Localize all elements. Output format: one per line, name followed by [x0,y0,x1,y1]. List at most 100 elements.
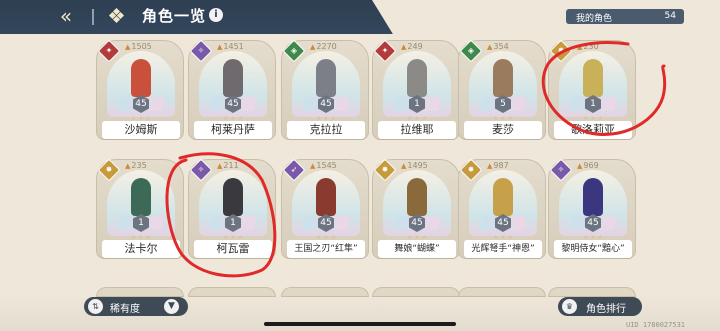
character-sprite [407,178,427,216]
power-value: ▲1451 [217,42,257,52]
power-value: ▲230 [577,42,617,52]
power-number: 235 [131,161,147,170]
flame-icon: ▲ [217,162,223,170]
character-card[interactable]: 45 ▲969 ✧ ★ ★ ★ 黎明侍女“黯心” [548,158,636,259]
class-glyph: ✧ [197,165,205,174]
flame-icon: ▲ [217,43,223,51]
character-name: 法卡尔 [102,240,180,258]
power-number: 354 [493,42,509,51]
ranking-icon: ♛ [562,299,577,314]
power-number: 1545 [316,161,337,170]
flame-icon: ▲ [310,162,316,170]
character-name: 王国之刃“红隼” [287,240,365,258]
character-card[interactable]: 45 ▲2270 ◈ ★ ★ ★ 克拉拉 [281,39,369,140]
character-sprite [316,59,336,97]
power-number: 230 [583,42,599,51]
character-card[interactable]: 45 ▲987 ✸ ★ ★ ★ 光辉弩手“神恩” [458,158,546,259]
home-indicator[interactable] [264,322,456,326]
class-glyph: ✸ [105,165,113,174]
class-glyph: ➶ [290,165,298,174]
power-value: ▲211 [217,161,257,171]
character-sprite [583,178,603,216]
power-value: ▲1505 [125,42,165,52]
character-name: 柯瓦雷 [194,240,272,258]
character-sprite [493,59,513,97]
class-glyph: ✦ [105,46,113,55]
rarity-label: 稀有度 [110,304,140,315]
character-name: 麦莎 [464,121,542,139]
character-name: 光辉弩手“神恩” [464,240,542,258]
flame-icon: ▲ [577,162,583,170]
shield-icon: ◈ [459,39,483,63]
filter-icon[interactable]: ▼ [164,299,179,314]
power-value: ▲235 [125,161,165,171]
character-name: 舞娘“蝴蝶” [378,240,456,258]
character-sprite [131,59,151,97]
power-value: ▲354 [487,42,527,52]
character-sprite [223,178,243,216]
power-number: 2270 [316,42,337,51]
star-icon: ✸ [97,158,121,182]
flame-icon: ▲ [577,43,583,51]
character-name: 克拉拉 [287,121,365,139]
character-ranking-button[interactable]: ♛ 角色排行 [558,297,642,316]
power-number: 211 [223,161,239,170]
character-grid: 45 ▲1505 ✦ ★ ★ ★ 沙姆斯 45 ▲1451 ✧ ★ ★ ★ 柯莱丹萨 45 ▲2270… [0,0,720,331]
character-card[interactable]: 1 ▲249 ✦ ★ ★ ★ 拉维耶 [372,39,460,140]
uid-text: UID 1780027531 [626,321,686,329]
star-icon: ✸ [373,158,397,182]
power-number: 1451 [223,42,244,51]
character-card[interactable]: 1 ▲211 ✧ ★ ★ ★ 柯瓦雷 [188,158,276,259]
character-sprite [583,59,603,97]
character-sprite [493,178,513,216]
flame-icon: ▲ [487,43,493,51]
character-sprite [223,59,243,97]
character-card[interactable]: 5 ▲354 ◈ ★ ★ ★ 麦莎 [458,39,546,140]
sword-icon: ✦ [97,39,121,63]
character-name: 黎明侍女“黯心” [554,240,632,258]
ranking-label: 角色排行 [586,304,626,315]
character-card[interactable]: 45 ▲1545 ➶ ★ ★ ★ 王国之刃“红隼” [281,158,369,259]
character-name: 沙姆斯 [102,121,180,139]
character-card[interactable]: 45 ▲1495 ✸ ★ ★ ★ 舞娘“蝴蝶” [372,158,460,259]
character-card[interactable]: 1 ▲230 ✸ ★ ★ ★ 歌洛莉亚 [548,39,636,140]
class-glyph: ✧ [557,165,565,174]
staff-icon: ✧ [549,158,573,182]
flame-icon: ▲ [401,43,407,51]
staff-icon: ✧ [189,158,213,182]
character-name: 拉维耶 [378,121,456,139]
character-card[interactable]: 45 ▲1505 ✦ ★ ★ ★ 沙姆斯 [96,39,184,140]
power-number: 249 [407,42,423,51]
character-card[interactable]: 45 ▲1451 ✧ ★ ★ ★ 柯莱丹萨 [188,39,276,140]
bow-icon: ➶ [282,158,306,182]
character-card[interactable]: 1 ▲235 ✸ ★ ★ ★ 法卡尔 [96,158,184,259]
class-glyph: ✸ [467,165,475,174]
flame-icon: ▲ [401,162,407,170]
power-number: 969 [583,161,599,170]
power-number: 1495 [407,161,428,170]
character-name: 柯莱丹萨 [194,121,272,139]
power-value: ▲2270 [310,42,350,52]
flame-icon: ▲ [310,43,316,51]
class-glyph: ◈ [467,46,475,55]
class-glyph: ✸ [557,46,565,55]
power-value: ▲987 [487,161,527,171]
star-icon: ✸ [549,39,573,63]
power-value: ▲249 [401,42,441,52]
flame-icon: ▲ [487,162,493,170]
staff-icon: ✧ [189,39,213,63]
shield-icon: ◈ [282,39,306,63]
class-glyph: ✸ [381,165,389,174]
sword-icon: ✦ [373,39,397,63]
flame-icon: ▲ [125,43,131,51]
character-sprite [407,59,427,97]
rarity-sort-button[interactable]: ⇅ 稀有度 ▼ [84,297,188,316]
power-value: ▲969 [577,161,617,171]
rarity-sort-icon: ⇅ [88,299,103,314]
star-icon: ✸ [459,158,483,182]
power-number: 1505 [131,42,152,51]
character-sprite [316,178,336,216]
character-sprite [131,178,151,216]
character-name: 歌洛莉亚 [554,121,632,139]
power-value: ▲1495 [401,161,441,171]
